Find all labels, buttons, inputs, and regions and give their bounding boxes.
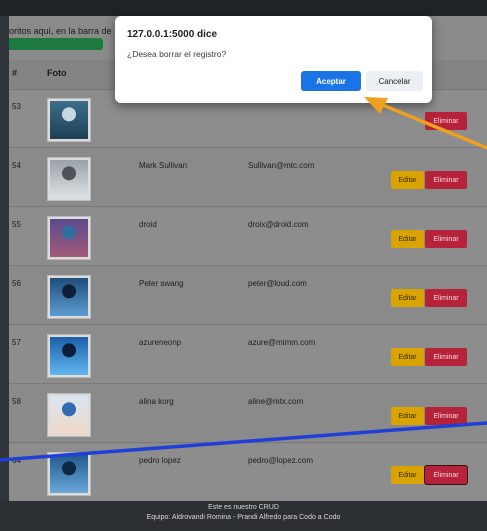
edit-button[interactable]: Editar xyxy=(391,230,424,248)
row-id: 55 xyxy=(12,220,21,229)
table-row: 54 Mark Sullivan Sullivan@mtc.com Editar Eli… xyxy=(9,149,487,207)
photo-thumbnail xyxy=(47,452,91,496)
avatar-image xyxy=(50,455,88,493)
edit-button[interactable]: Editar xyxy=(391,348,424,366)
delete-button[interactable]: Eliminar xyxy=(425,348,467,366)
avatar-image xyxy=(50,160,88,198)
confirm-dialog: 127.0.0.1:5000 dice ¿Desea borrar el reg… xyxy=(115,16,432,103)
table-row: 56 Peter swang peter@loud.com Editar Elimina… xyxy=(9,267,487,325)
row-email: pedro@lopez.com xyxy=(248,456,314,465)
footer-team: Equipo: Aldrovandi Romina - Prandi Alfre… xyxy=(146,514,341,521)
dialog-accept-button[interactable]: Aceptar xyxy=(301,71,361,91)
delete-button[interactable]: Eliminar xyxy=(425,407,467,425)
avatar-image xyxy=(50,101,88,139)
dialog-title: 127.0.0.1:5000 dice xyxy=(127,29,218,40)
row-name: Peter swang xyxy=(139,279,184,288)
row-id: 58 xyxy=(12,397,21,406)
delete-button[interactable]: Eliminar xyxy=(425,289,467,307)
table-row: 57 azureneonp azure@mimm.com Editar Eliminar xyxy=(9,326,487,384)
browser-top-bar xyxy=(0,0,487,16)
edit-button[interactable]: Editar xyxy=(391,407,424,425)
row-email: Sullivan@mtc.com xyxy=(248,161,315,170)
add-record-button[interactable] xyxy=(9,38,103,50)
avatar-image xyxy=(50,396,88,434)
delete-button[interactable]: Eliminar xyxy=(424,465,468,485)
photo-thumbnail xyxy=(47,393,91,437)
table-row: 55 droid droix@droid.com Editar Eliminar xyxy=(9,208,487,266)
dialog-cancel-button[interactable]: Cancelar xyxy=(366,71,423,91)
photo-thumbnail xyxy=(47,216,91,260)
delete-button[interactable]: Eliminar xyxy=(425,171,467,189)
photo-thumbnail xyxy=(47,334,91,378)
row-name: droid xyxy=(139,220,157,229)
row-id: 56 xyxy=(12,279,21,288)
row-id: 54 xyxy=(12,161,21,170)
row-email: droix@droid.com xyxy=(248,220,309,229)
photo-thumbnail xyxy=(47,275,91,319)
avatar-image xyxy=(50,337,88,375)
photo-thumbnail xyxy=(47,157,91,201)
dialog-message: ¿Desea borrar el registro? xyxy=(127,49,227,59)
edit-button[interactable]: Editar xyxy=(391,171,424,189)
edit-button[interactable]: Editar xyxy=(391,289,424,307)
table-row: 58 alina korg aline@mtx.com Editar Eliminar xyxy=(9,385,487,443)
row-id: 53 xyxy=(12,102,21,111)
photo-thumbnail xyxy=(47,98,91,142)
row-name: Mark Sullivan xyxy=(139,161,188,170)
bookmark-hint: oritos aquí, en la barra de xyxy=(9,26,112,36)
row-email: aline@mtx.com xyxy=(248,397,304,406)
row-id: 64 xyxy=(12,456,21,465)
avatar-image xyxy=(50,219,88,257)
row-name: azureneonp xyxy=(139,338,182,347)
row-email: azure@mimm.com xyxy=(248,338,316,347)
header-id: # xyxy=(12,68,18,78)
table-row: 64 pedro lopez pedro@lopez.com Editar Elimin… xyxy=(9,444,487,501)
delete-button[interactable]: Eliminar xyxy=(425,230,467,248)
row-email: peter@loud.com xyxy=(248,279,307,288)
delete-button[interactable]: Eliminar xyxy=(425,112,467,130)
edit-button[interactable]: Editar xyxy=(391,466,424,484)
left-edge xyxy=(0,16,9,501)
header-photo: Foto xyxy=(47,68,67,78)
footer-title: Este es nuestro CRUD xyxy=(208,504,279,511)
avatar-image xyxy=(50,278,88,316)
row-name: alina korg xyxy=(139,397,174,406)
row-id: 57 xyxy=(12,338,21,347)
row-name: pedro lopez xyxy=(139,456,181,465)
footer: Este es nuestro CRUD Equipo: Aldrovandi … xyxy=(0,501,487,531)
bookmark-hint-text: oritos aquí, en la barra de xyxy=(9,26,112,36)
